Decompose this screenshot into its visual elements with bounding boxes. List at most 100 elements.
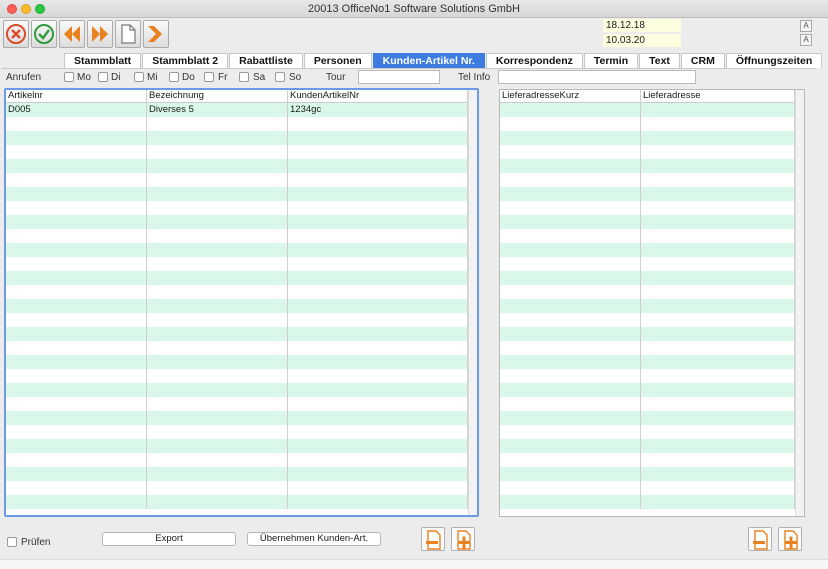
table-cell[interactable] (147, 313, 288, 327)
table-row[interactable] (6, 257, 468, 271)
table-cell[interactable] (641, 341, 795, 355)
table-cell[interactable] (6, 257, 147, 271)
table-cell[interactable] (500, 145, 641, 159)
table-cell[interactable] (6, 341, 147, 355)
table-row[interactable] (500, 131, 795, 145)
table-row[interactable] (500, 369, 795, 383)
table-row[interactable] (500, 229, 795, 243)
font-decrease-icon[interactable]: A (800, 34, 812, 46)
window-maximize-icon[interactable] (35, 4, 45, 14)
table-cell[interactable] (288, 411, 468, 425)
table-row[interactable] (500, 215, 795, 229)
table-cell[interactable] (6, 397, 147, 411)
table-cell[interactable] (288, 257, 468, 271)
forward-button[interactable] (143, 20, 169, 48)
font-increase-icon[interactable]: A (800, 20, 812, 32)
table-row[interactable] (6, 131, 468, 145)
table-cell[interactable] (288, 453, 468, 467)
table-cell[interactable] (641, 397, 795, 411)
tab-crm[interactable]: CRM (680, 53, 725, 68)
table-row[interactable] (6, 117, 468, 131)
table-cell[interactable] (288, 327, 468, 341)
new-document-button[interactable] (115, 20, 141, 48)
table-cell[interactable] (500, 215, 641, 229)
table-row[interactable] (500, 327, 795, 341)
table-cell[interactable] (641, 383, 795, 397)
table-cell[interactable] (641, 145, 795, 159)
tab-stammblatt[interactable]: Stammblatt (64, 53, 142, 68)
table-cell[interactable] (147, 257, 288, 271)
table-row[interactable] (6, 369, 468, 383)
table-row[interactable] (6, 341, 468, 355)
table-cell[interactable] (500, 355, 641, 369)
table-cell[interactable] (6, 425, 147, 439)
table-cell[interactable] (147, 159, 288, 173)
column-header-artikelnr[interactable]: Artikelnr (6, 90, 147, 102)
table-cell[interactable] (147, 187, 288, 201)
tab-kunden-artikel-nr[interactable]: Kunden-Artikel Nr. (372, 53, 485, 68)
uebernehmen-button[interactable]: Übernehmen Kunden-Art. (247, 532, 381, 546)
table-cell[interactable]: Diverses 5 (147, 103, 288, 117)
table-cell[interactable] (641, 271, 795, 285)
table-row[interactable] (500, 355, 795, 369)
table-cell[interactable] (641, 467, 795, 481)
table-scrollbar[interactable] (795, 90, 804, 516)
table-cell[interactable] (641, 453, 795, 467)
table-cell[interactable]: D005 (6, 103, 147, 117)
table-cell[interactable] (147, 215, 288, 229)
table-cell[interactable] (288, 299, 468, 313)
table-cell[interactable] (6, 453, 147, 467)
table-row[interactable] (500, 145, 795, 159)
table-row[interactable] (6, 243, 468, 257)
table-cell[interactable] (288, 215, 468, 229)
table-cell[interactable] (6, 285, 147, 299)
table-row[interactable] (500, 467, 795, 481)
table-cell[interactable] (147, 243, 288, 257)
table-row[interactable] (500, 481, 795, 495)
table-row[interactable] (500, 313, 795, 327)
table-cell[interactable] (147, 397, 288, 411)
remove-row-button-right[interactable] (748, 527, 772, 551)
next-button[interactable] (87, 20, 113, 48)
table-row[interactable]: D005 Diverses 5 1234gc (6, 103, 468, 117)
table-cell[interactable] (147, 299, 288, 313)
table-cell[interactable] (6, 173, 147, 187)
table-cell[interactable] (641, 425, 795, 439)
table-row[interactable] (500, 201, 795, 215)
table-row[interactable] (500, 341, 795, 355)
table-cell[interactable] (641, 411, 795, 425)
table-row[interactable] (500, 103, 795, 117)
table-row[interactable] (500, 397, 795, 411)
table-cell[interactable] (147, 383, 288, 397)
table-cell[interactable] (641, 159, 795, 173)
table-cell[interactable] (147, 285, 288, 299)
table-cell[interactable] (500, 257, 641, 271)
table-cell[interactable] (6, 215, 147, 229)
table-cell[interactable] (500, 117, 641, 131)
table-cell[interactable] (147, 411, 288, 425)
table-cell[interactable] (500, 103, 641, 117)
checkbox-mo[interactable] (64, 72, 74, 82)
checkbox-di[interactable] (98, 72, 108, 82)
table-cell[interactable] (641, 103, 795, 117)
table-cell[interactable]: 1234gc (288, 103, 468, 117)
table-cell[interactable] (288, 425, 468, 439)
table-row[interactable] (500, 439, 795, 453)
table-cell[interactable] (288, 229, 468, 243)
table-row[interactable] (500, 257, 795, 271)
table-cell[interactable] (500, 271, 641, 285)
table-cell[interactable] (500, 173, 641, 187)
table-cell[interactable] (500, 243, 641, 257)
table-cell[interactable] (641, 495, 795, 509)
table-cell[interactable] (641, 117, 795, 131)
table-cell[interactable] (288, 397, 468, 411)
table-row[interactable] (6, 299, 468, 313)
table-cell[interactable] (641, 243, 795, 257)
table-cell[interactable] (500, 439, 641, 453)
checkbox-fr[interactable] (204, 72, 214, 82)
table-cell[interactable] (500, 187, 641, 201)
table-cell[interactable] (6, 201, 147, 215)
table-row[interactable] (6, 285, 468, 299)
table-row[interactable] (6, 383, 468, 397)
tab-rabattliste[interactable]: Rabattliste (229, 53, 303, 68)
